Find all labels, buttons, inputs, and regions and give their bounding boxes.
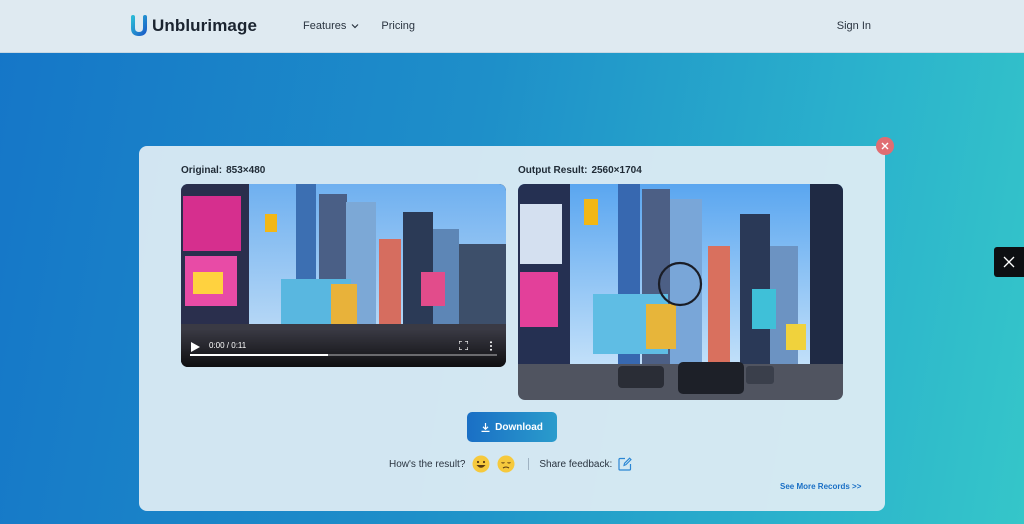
share-feedback-label: Share feedback: — [539, 458, 613, 470]
logo-text: Unblurimage — [152, 16, 258, 35]
output-label: Output Result: 2560×1704 — [518, 165, 642, 176]
x-logo-icon — [1003, 256, 1015, 268]
feedback-row: How's the result? Share feedback: — [389, 455, 632, 473]
download-icon — [481, 422, 490, 432]
video-progress-fill — [190, 354, 329, 356]
nav-features[interactable]: Features — [303, 20, 359, 32]
logo[interactable]: Unblurimage — [130, 15, 257, 37]
site-header: Unblurimage Features Pricing Sign In — [0, 0, 1024, 53]
original-dimensions: 853×480 — [226, 165, 266, 176]
video-time: 0:00 / 0:11 — [209, 341, 247, 350]
original-video[interactable]: 0:00 / 0:11 — [181, 184, 506, 367]
u-logo-icon — [131, 15, 147, 37]
fullscreen-icon[interactable] — [459, 341, 468, 350]
x-share-button[interactable] — [994, 247, 1024, 277]
output-result-image — [518, 184, 843, 400]
original-label: Original: 853×480 — [181, 165, 265, 176]
sign-in-link[interactable]: Sign In — [837, 20, 871, 32]
output-image — [518, 184, 843, 400]
close-icon — [881, 142, 889, 150]
original-label-text: Original: — [181, 165, 223, 176]
main-nav: Features Pricing — [303, 20, 415, 32]
video-controls: 0:00 / 0:11 — [181, 329, 506, 367]
close-button[interactable] — [876, 137, 894, 155]
result-question: How's the result? — [389, 458, 466, 470]
output-label-text: Output Result: — [518, 165, 588, 176]
chevron-down-icon — [351, 24, 359, 29]
nav-pricing[interactable]: Pricing — [381, 20, 415, 32]
edit-icon[interactable] — [618, 457, 632, 471]
feedback-divider — [528, 458, 530, 470]
more-options-icon[interactable] — [489, 341, 493, 351]
nav-features-label: Features — [303, 20, 347, 32]
happy-emoji-icon[interactable] — [472, 455, 490, 473]
sad-emoji-icon[interactable] — [497, 455, 515, 473]
download-label: Download — [495, 421, 543, 433]
output-dimensions: 2560×1704 — [591, 165, 642, 176]
video-progress-bar[interactable] — [190, 354, 497, 356]
nav-pricing-label: Pricing — [381, 20, 416, 32]
see-more-records-link[interactable]: See More Records >> — [780, 482, 861, 491]
play-icon[interactable] — [191, 342, 200, 352]
download-button[interactable]: Download — [467, 412, 557, 442]
